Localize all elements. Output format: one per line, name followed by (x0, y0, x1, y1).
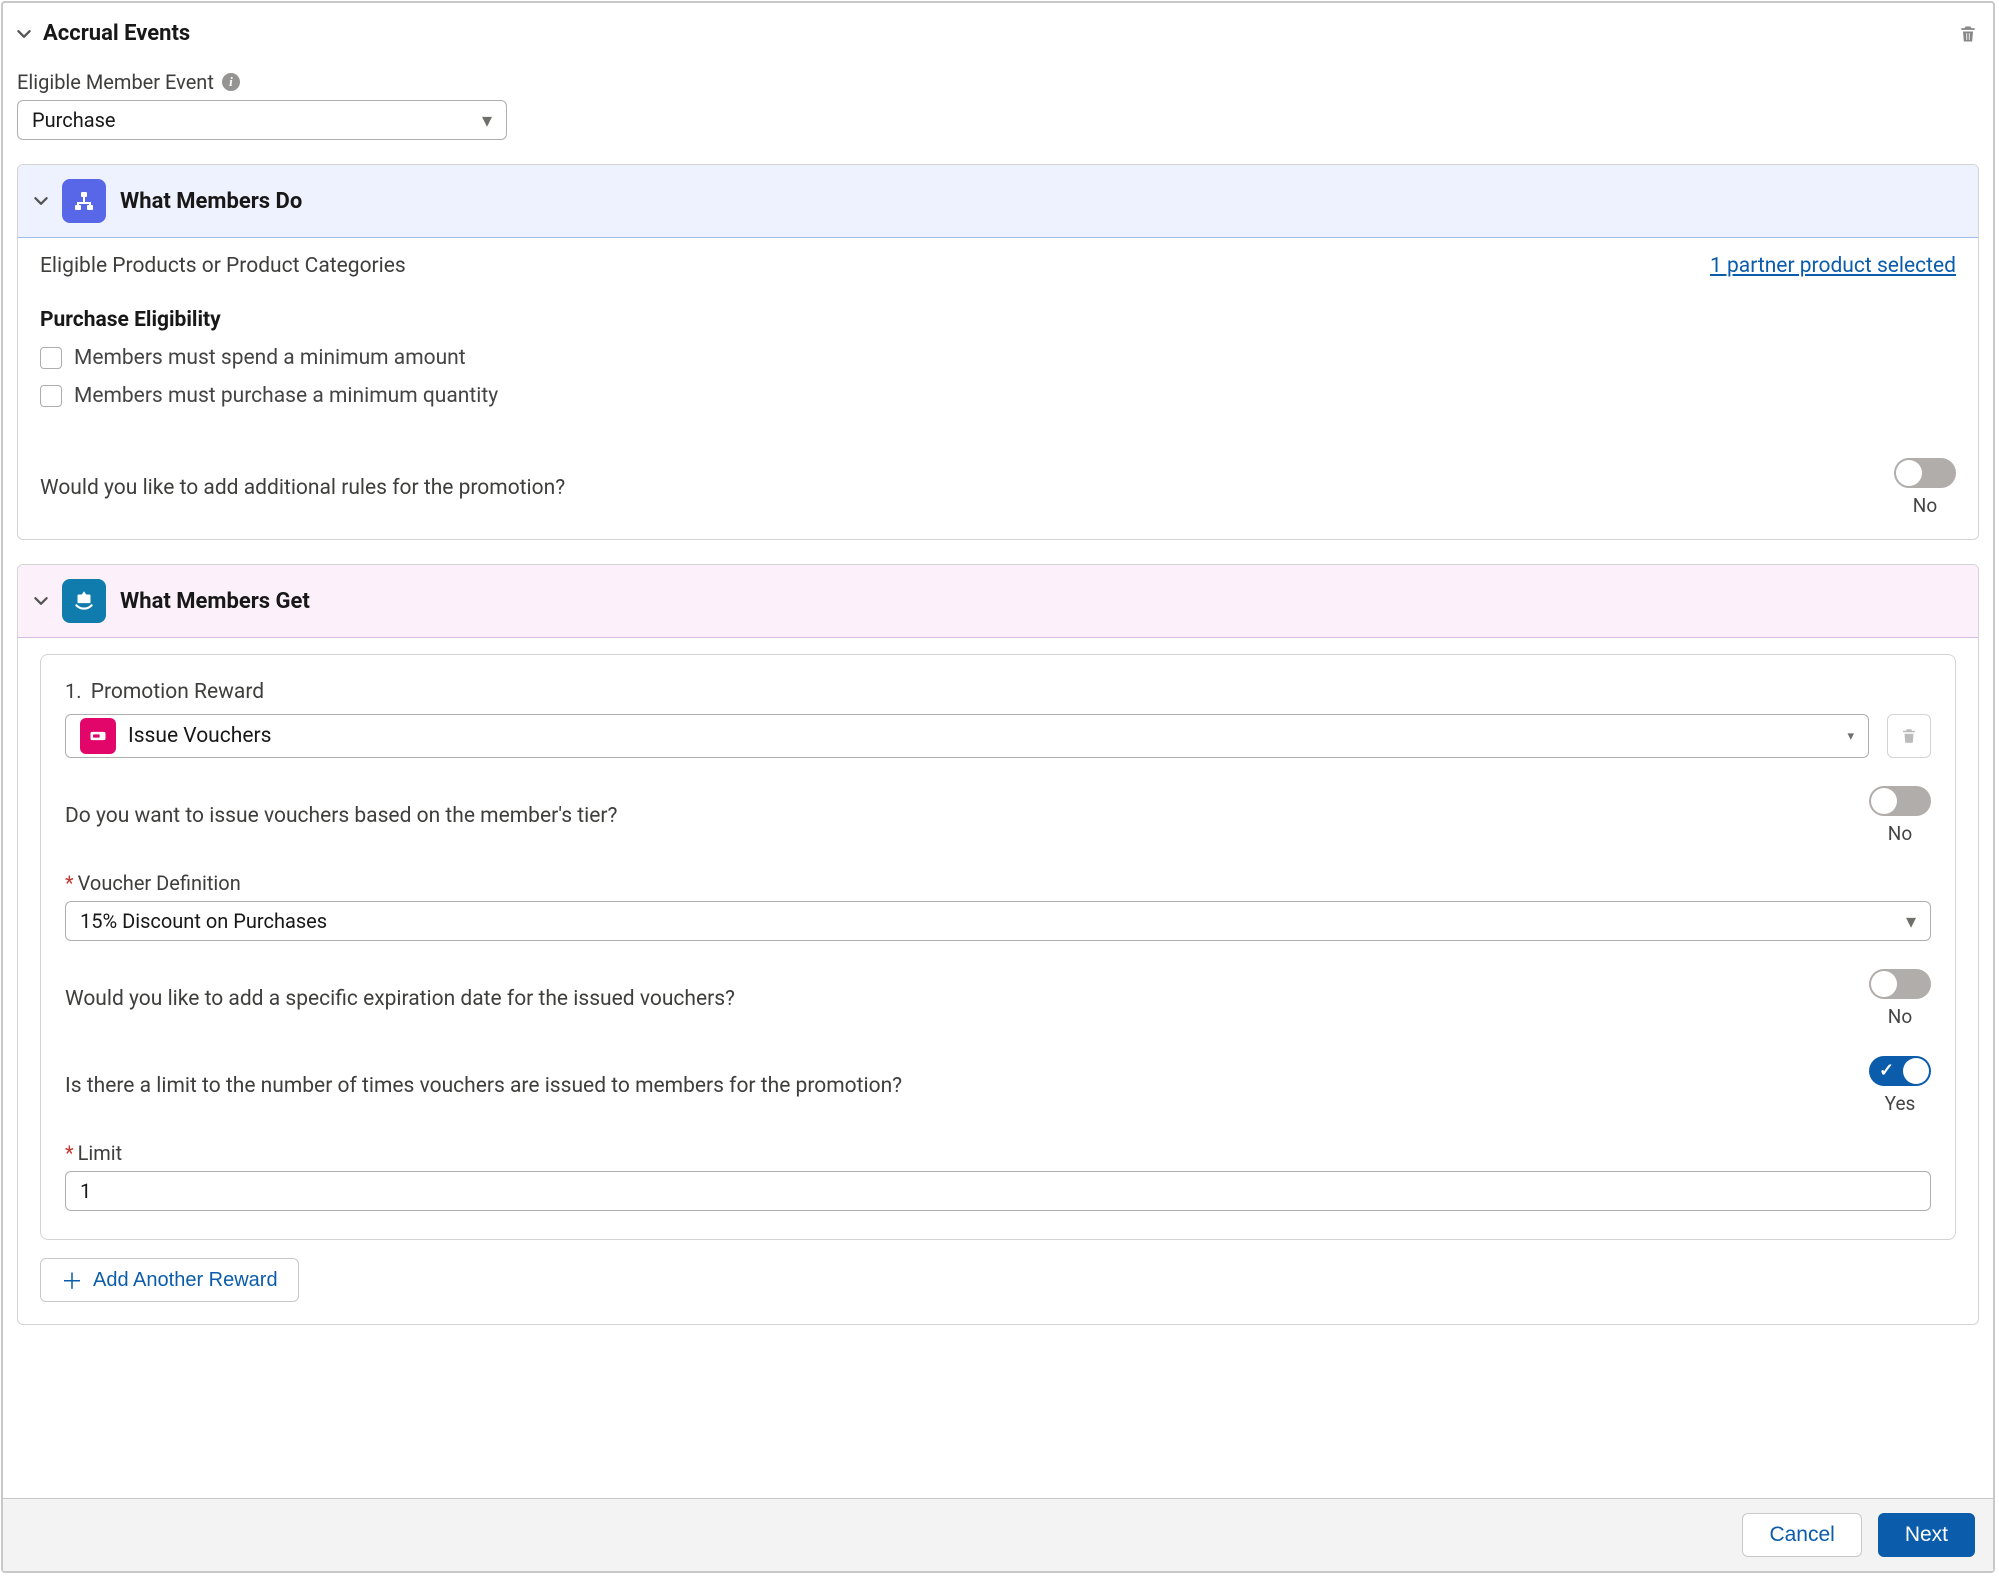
what-members-do-header[interactable]: What Members Do (18, 165, 1978, 238)
tier-question: Do you want to issue vouchers based on t… (65, 804, 617, 828)
trash-icon (1958, 24, 1978, 44)
caret-down-icon: ▾ (482, 108, 492, 132)
add-another-reward-button[interactable]: ＋ Add Another Reward (40, 1258, 299, 1302)
section-title-accrual: Accrual Events (43, 21, 190, 46)
promotion-reward-value: Issue Vouchers (128, 724, 271, 748)
limit-input[interactable]: 1 (65, 1171, 1931, 1211)
caret-down-icon: ▾ (1847, 729, 1854, 744)
min-amount-checkbox[interactable] (40, 347, 62, 369)
limit-toggle-label: Yes (1885, 1092, 1916, 1115)
min-amount-label: Members must spend a minimum amount (74, 346, 466, 370)
voucher-icon (80, 718, 116, 754)
caret-down-icon: ▾ (1906, 909, 1916, 933)
chevron-down-icon[interactable] (17, 27, 31, 41)
voucher-definition-value: 15% Discount on Purchases (80, 909, 327, 933)
limit-label: Limit (78, 1141, 123, 1165)
reward-icon (62, 579, 106, 623)
reward-card: 1. Promotion Reward Issue Vouchers ▾ (40, 654, 1956, 1240)
voucher-definition-select[interactable]: 15% Discount on Purchases ▾ (65, 901, 1931, 941)
eligible-event-label: Eligible Member Event (17, 70, 214, 94)
chevron-down-icon[interactable] (34, 594, 48, 608)
expiration-toggle-label: No (1888, 1005, 1912, 1028)
eligible-products-label: Eligible Products or Product Categories (40, 254, 406, 278)
additional-rules-toggle[interactable] (1894, 458, 1956, 488)
min-qty-label: Members must purchase a minimum quantity (74, 384, 498, 408)
selected-products-link[interactable]: 1 partner product selected (1710, 254, 1956, 278)
what-members-get-title: What Members Get (120, 589, 310, 614)
min-qty-checkbox[interactable] (40, 385, 62, 407)
additional-rules-question: Would you like to add additional rules f… (40, 476, 565, 500)
expiration-question: Would you like to add a specific expirat… (65, 987, 735, 1011)
info-icon[interactable]: i (222, 73, 240, 91)
tier-toggle[interactable] (1869, 786, 1931, 816)
purchase-eligibility-heading: Purchase Eligibility (40, 308, 1956, 332)
tier-toggle-label: No (1888, 822, 1912, 845)
expiration-toggle[interactable] (1869, 969, 1931, 999)
cancel-button[interactable]: Cancel (1742, 1513, 1861, 1557)
chevron-down-icon[interactable] (34, 194, 48, 208)
additional-rules-toggle-label: No (1913, 494, 1937, 517)
what-members-get-header[interactable]: What Members Get (18, 565, 1978, 638)
delete-reward-button[interactable] (1887, 714, 1931, 758)
reward-number: 1. (65, 679, 82, 703)
limit-question: Is there a limit to the number of times … (65, 1074, 902, 1098)
reward-label: Promotion Reward (91, 680, 264, 704)
add-another-reward-label: Add Another Reward (93, 1269, 278, 1292)
next-button[interactable]: Next (1878, 1513, 1975, 1557)
limit-toggle[interactable] (1869, 1056, 1931, 1086)
promotion-reward-select[interactable]: Issue Vouchers ▾ (65, 714, 1869, 758)
what-members-do-title: What Members Do (120, 189, 302, 214)
plus-icon: ＋ (61, 1264, 83, 1296)
voucher-def-label: Voucher Definition (78, 871, 241, 895)
eligible-event-value: Purchase (32, 108, 116, 132)
limit-value: 1 (80, 1179, 91, 1203)
delete-accrual-button[interactable] (1957, 23, 1979, 45)
hierarchy-icon (62, 179, 106, 223)
footer-bar: Cancel Next (3, 1498, 1993, 1571)
eligible-event-select[interactable]: Purchase ▾ (17, 100, 507, 140)
trash-icon (1900, 727, 1918, 745)
